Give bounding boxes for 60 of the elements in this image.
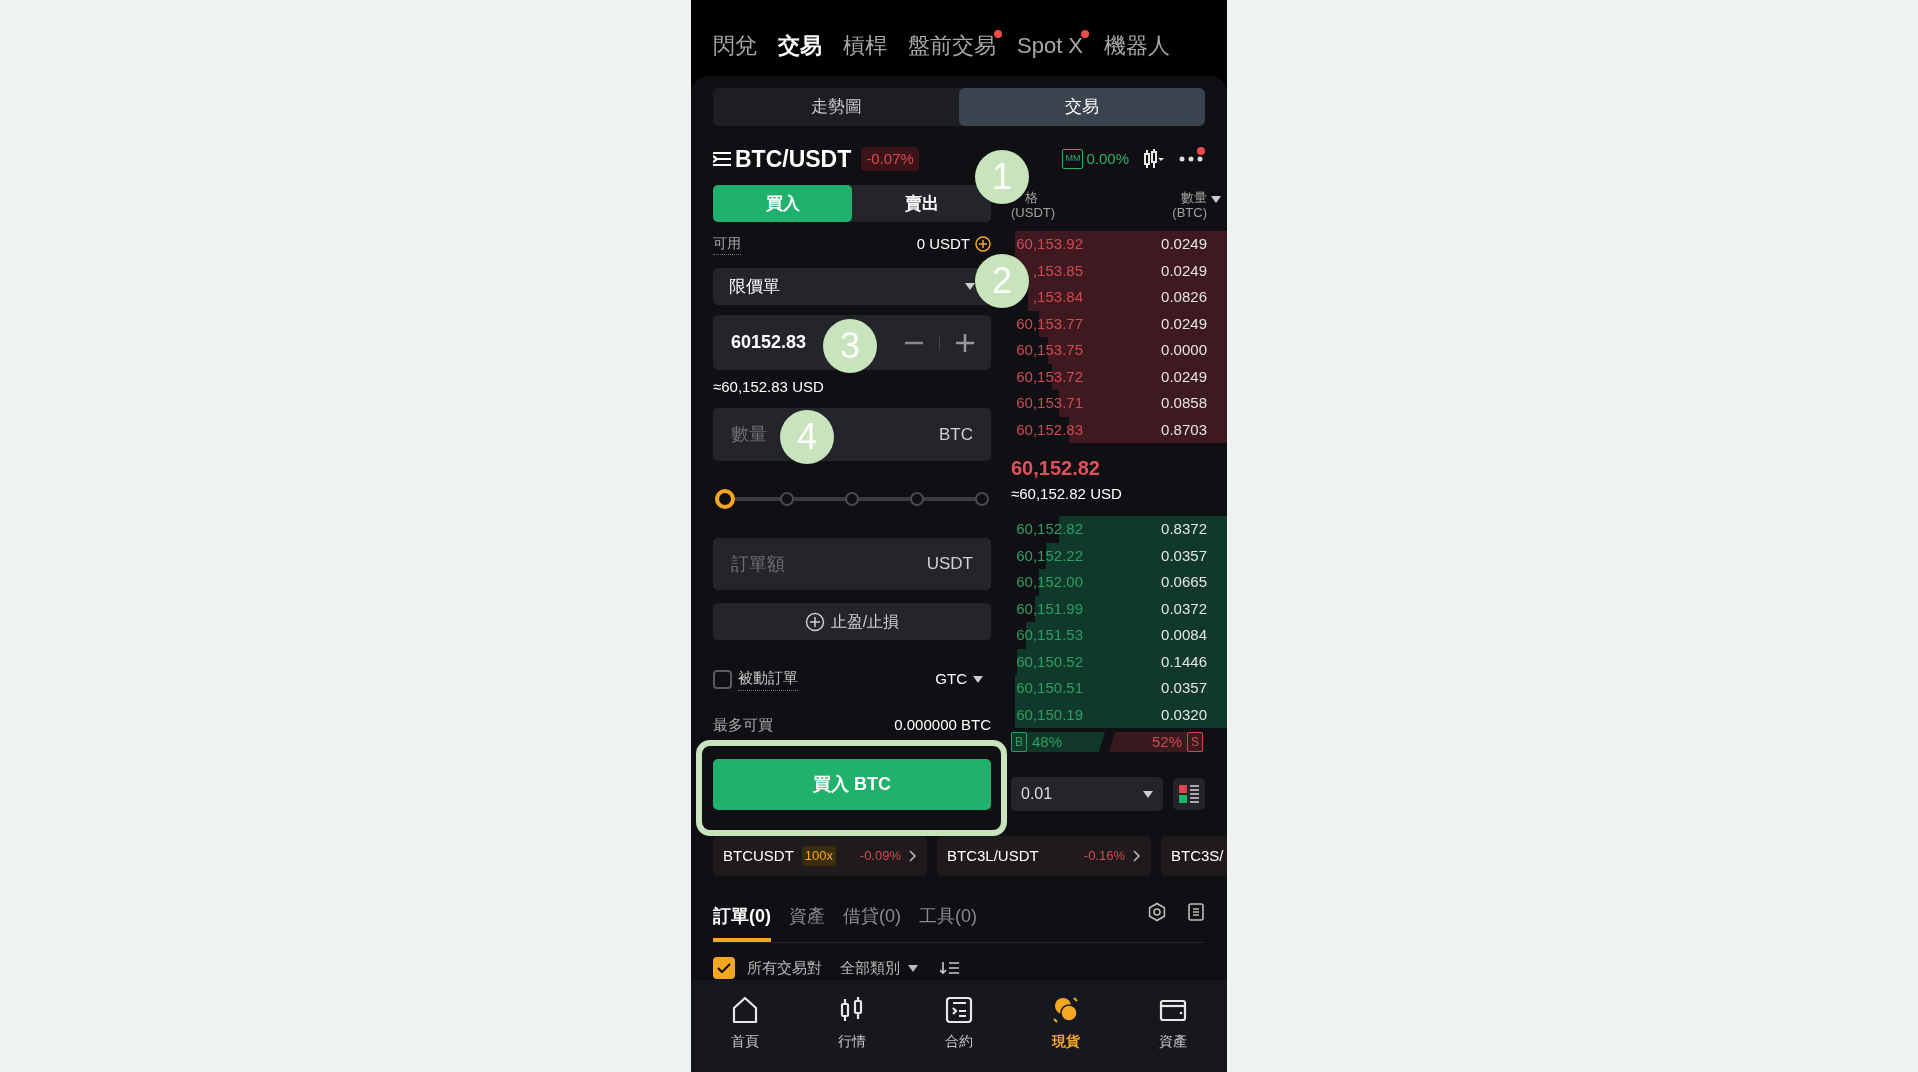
- price-text: ,153.85: [1031, 260, 1083, 281]
- quantity-text: 0.0249: [1161, 260, 1208, 281]
- ticker-symbol: BTC3S/: [1171, 845, 1224, 866]
- price-text: 60,150.19: [1015, 704, 1083, 725]
- price-text: 60,153.77: [1015, 313, 1083, 334]
- quantity-text: 0.0320: [1161, 704, 1208, 725]
- mm-rate: 0.00%: [1086, 148, 1129, 169]
- ticker-symbol: BTC3L/USDT: [947, 845, 1039, 866]
- filter-label: 所有交易對: [747, 957, 822, 978]
- quantity-text: 0.0858: [1161, 393, 1208, 413]
- buy-marker: B: [1011, 732, 1027, 752]
- column-unit: (BTC): [1172, 205, 1207, 220]
- quantity-text: 0.0084: [1161, 625, 1208, 645]
- quantity-text: 0.0357: [1161, 545, 1208, 566]
- quantity-text: 0.0249: [1161, 234, 1208, 254]
- price-value: 60152.83: [731, 331, 807, 354]
- unit-label: USDT: [926, 553, 973, 576]
- column-header: 數量: [1181, 190, 1207, 205]
- price-text: 60,150.51: [1015, 678, 1083, 698]
- available-label: 可用: [713, 233, 741, 255]
- available-balance: 0 USDT: [916, 233, 970, 254]
- ticker-change: -0.16%: [1083, 847, 1125, 866]
- quantity-text: 0.8703: [1161, 419, 1208, 440]
- sell-marker: S: [1187, 732, 1203, 752]
- sell-ratio: 52%: [1151, 731, 1182, 752]
- quantity-text: 0.0249: [1161, 313, 1208, 334]
- price-text: 60,150.52: [1015, 651, 1083, 672]
- buy-ratio: 48%: [1032, 731, 1063, 752]
- ticker-symbol: BTCUSDT: [723, 845, 794, 866]
- last-price: 60,152.82: [1011, 456, 1101, 479]
- passive-order-label: 被動訂單: [738, 667, 798, 691]
- price-text: 60,152.82: [1015, 519, 1083, 539]
- price-text: 60,153.92: [1015, 234, 1083, 254]
- quantity-text: 0.0372: [1161, 598, 1208, 619]
- quantity-text: 0.1446: [1161, 651, 1208, 672]
- quantity-text: 0.0665: [1161, 572, 1208, 592]
- unit-label: BTC: [939, 423, 973, 446]
- max-buy-label: 最多可買: [713, 714, 773, 735]
- price-text: ,153.84: [1031, 287, 1083, 307]
- price-text: 60,152.00: [1015, 572, 1083, 592]
- price-text: 60,152.22: [1015, 545, 1083, 566]
- column-unit: (USDT): [1011, 205, 1056, 220]
- price-text: 60,153.75: [1015, 340, 1083, 360]
- price-text: 60,153.71: [1015, 393, 1083, 413]
- mm-badge: MM: [1062, 149, 1084, 169]
- quantity-text: 0.0826: [1161, 287, 1208, 307]
- usd-equivalent: ≈60,152.83 USD: [713, 377, 825, 396]
- quantity-text: 0.0000: [1161, 340, 1208, 360]
- last-price-usd: ≈60,152.82 USD: [1011, 484, 1123, 504]
- price-text: 60,151.99: [1015, 598, 1083, 619]
- quantity-text: 0.8372: [1161, 519, 1208, 539]
- leverage-badge: 100x: [801, 846, 837, 866]
- price-text: 60,153.72: [1015, 366, 1083, 387]
- ticker-change: -0.09%: [859, 847, 901, 866]
- price-text: 60,151.53: [1015, 625, 1083, 645]
- quantity-text: 0.0249: [1161, 366, 1208, 387]
- quantity-text: 0.0357: [1161, 678, 1208, 698]
- change-badge: -0.07%: [861, 146, 919, 172]
- max-buy-value: 0.000000 BTC: [894, 714, 991, 735]
- price-text: 60,152.83: [1015, 419, 1083, 440]
